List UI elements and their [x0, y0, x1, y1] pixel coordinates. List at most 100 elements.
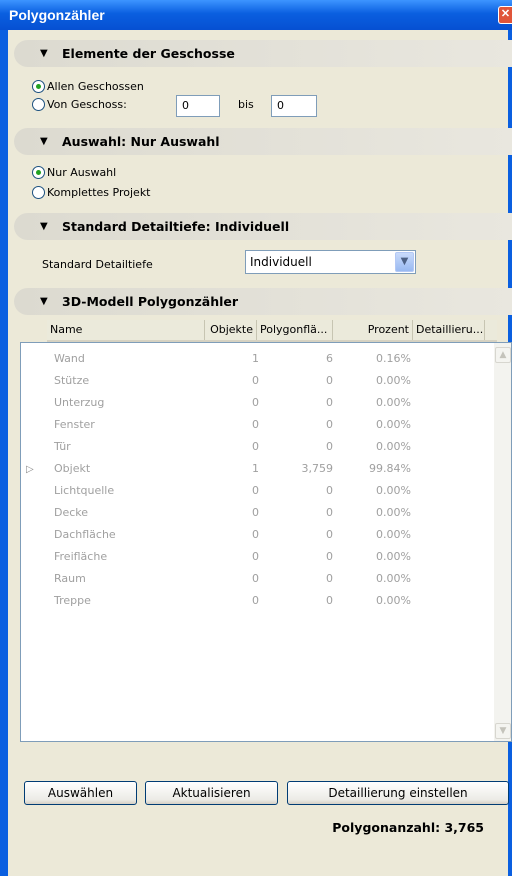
- cell-objects: 0: [252, 506, 259, 519]
- cell-objects: 0: [252, 594, 259, 607]
- cell-percent: 0.16%: [376, 352, 411, 365]
- detail-dropdown[interactable]: Individuell ▼: [245, 250, 416, 274]
- table-row[interactable]: ▷ Objekt 1 3,759 99.84%: [21, 458, 494, 480]
- radio-label: Nur Auswahl: [47, 165, 117, 179]
- cell-polygons: 0: [326, 484, 333, 497]
- cell-polygons: 0: [326, 528, 333, 541]
- cell-objects: 0: [252, 418, 259, 431]
- radio-label: Von Geschoss:: [47, 97, 127, 111]
- set-detail-button[interactable]: Detaillierung einstellen: [287, 781, 509, 805]
- cell-percent: 99.84%: [369, 462, 411, 475]
- table-row[interactable]: Lichtquelle 0 0 0.00%: [21, 480, 494, 502]
- table-row[interactable]: Raum 0 0 0.00%: [21, 568, 494, 590]
- vertical-scrollbar[interactable]: ▲ ▼: [494, 343, 511, 741]
- cell-polygons: 6: [326, 352, 333, 365]
- cell-percent: 0.00%: [376, 572, 411, 585]
- cell-name: Wand: [54, 352, 85, 365]
- detail-dropdown-value: Individuell: [250, 255, 312, 269]
- radio-only-selection[interactable]: Nur Auswahl: [32, 164, 116, 180]
- cell-name: Freifläche: [54, 550, 108, 563]
- cell-polygons: 0: [326, 594, 333, 607]
- cell-polygons: 0: [326, 506, 333, 519]
- table-row[interactable]: Dachfläche 0 0 0.00%: [21, 524, 494, 546]
- cell-objects: 1: [252, 352, 259, 365]
- radio-button-icon[interactable]: [32, 79, 45, 93]
- table-row[interactable]: Unterzug 0 0 0.00%: [21, 392, 494, 414]
- radio-label: Allen Geschossen: [47, 79, 144, 93]
- cell-percent: 0.00%: [376, 418, 411, 431]
- window-title: Polygonzähler: [9, 7, 105, 23]
- polygon-table[interactable]: Wand 1 6 0.16% Stütze 0 0 0.00% Unterzug 0 0 0.00% F…: [20, 342, 512, 742]
- refresh-button[interactable]: Aktualisieren: [145, 781, 278, 805]
- section-title: Auswahl: Nur Auswahl: [62, 134, 220, 149]
- radio-button-icon[interactable]: [32, 165, 45, 179]
- radio-complete-project[interactable]: Komplettes Projekt: [32, 184, 151, 200]
- cell-percent: 0.00%: [376, 374, 411, 387]
- section-title: Elemente der Geschosse: [62, 46, 235, 61]
- polygon-total: Polygonanzahl: 3,765: [332, 820, 484, 835]
- cell-percent: 0.00%: [376, 550, 411, 563]
- scroll-down-button[interactable]: ▼: [495, 723, 511, 739]
- scroll-down-icon: ▼: [499, 726, 507, 736]
- section-counter-header[interactable]: ▼ 3D-Modell Polygonzähler: [14, 288, 512, 315]
- cell-percent: 0.00%: [376, 484, 411, 497]
- to-label: bis: [238, 98, 254, 111]
- close-button[interactable]: ✕: [498, 6, 512, 24]
- cell-name: Unterzug: [54, 396, 105, 409]
- cell-name: Raum: [54, 572, 86, 585]
- expand-arrow-icon[interactable]: ▷: [26, 464, 34, 475]
- table-row[interactable]: Treppe 0 0 0.00%: [21, 590, 494, 612]
- cell-percent: 0.00%: [376, 396, 411, 409]
- from-floor-input[interactable]: 0: [176, 95, 220, 117]
- scroll-up-button[interactable]: ▲: [495, 347, 511, 363]
- cell-polygons: 0: [326, 396, 333, 409]
- close-icon: ✕: [500, 8, 511, 20]
- table-header: Name Objekte Polygonflä... Prozent Detai…: [47, 320, 497, 342]
- radio-button-icon[interactable]: [32, 97, 45, 111]
- cell-polygons: 0: [326, 418, 333, 431]
- section-detail-header[interactable]: ▼ Standard Detailtiefe: Individuell: [14, 213, 512, 240]
- select-button[interactable]: Auswählen: [24, 781, 137, 805]
- column-header-percent[interactable]: Prozent: [333, 320, 413, 340]
- collapse-arrow-icon[interactable]: ▼: [40, 40, 48, 67]
- radio-all-floors[interactable]: Allen Geschossen: [32, 78, 144, 94]
- section-selection-header[interactable]: ▼ Auswahl: Nur Auswahl: [14, 128, 512, 155]
- scroll-up-icon: ▲: [499, 350, 507, 360]
- cell-objects: 1: [252, 462, 259, 475]
- cell-polygons: 0: [326, 550, 333, 563]
- to-floor-input[interactable]: 0: [271, 95, 317, 117]
- collapse-arrow-icon[interactable]: ▼: [40, 288, 48, 315]
- cell-name: Objekt: [54, 462, 91, 475]
- table-row[interactable]: Stütze 0 0 0.00%: [21, 370, 494, 392]
- window-frame-left: [0, 30, 8, 876]
- section-title: 3D-Modell Polygonzähler: [62, 294, 239, 309]
- table-row[interactable]: Tür 0 0 0.00%: [21, 436, 494, 458]
- cell-percent: 0.00%: [376, 594, 411, 607]
- column-header-objects[interactable]: Objekte: [205, 320, 257, 340]
- detail-label: Standard Detailtiefe: [42, 258, 153, 271]
- radio-from-floor[interactable]: Von Geschoss:: [32, 96, 127, 112]
- cell-percent: 0.00%: [376, 528, 411, 541]
- column-header-name[interactable]: Name: [47, 320, 205, 340]
- section-title: Standard Detailtiefe: Individuell: [62, 219, 290, 234]
- cell-polygons: 0: [326, 572, 333, 585]
- collapse-arrow-icon[interactable]: ▼: [40, 128, 48, 155]
- cell-name: Fenster: [54, 418, 95, 431]
- cell-percent: 0.00%: [376, 506, 411, 519]
- cell-objects: 0: [252, 396, 259, 409]
- table-row[interactable]: Wand 1 6 0.16%: [21, 348, 494, 370]
- chevron-down-icon[interactable]: ▼: [395, 252, 414, 272]
- title-bar: Polygonzähler ✕: [0, 0, 512, 30]
- column-header-detail[interactable]: Detaillieru...: [413, 320, 485, 340]
- cell-objects: 0: [252, 440, 259, 453]
- section-elements-header[interactable]: ▼ Elemente der Geschosse: [14, 40, 512, 67]
- cell-polygons: 0: [326, 374, 333, 387]
- cell-name: Decke: [54, 506, 89, 519]
- table-row[interactable]: Freifläche 0 0 0.00%: [21, 546, 494, 568]
- collapse-arrow-icon[interactable]: ▼: [40, 213, 48, 240]
- radio-button-icon[interactable]: [32, 185, 45, 199]
- column-header-polygons[interactable]: Polygonflä...: [257, 320, 333, 340]
- table-row[interactable]: Decke 0 0 0.00%: [21, 502, 494, 524]
- table-row[interactable]: Fenster 0 0 0.00%: [21, 414, 494, 436]
- cell-objects: 0: [252, 484, 259, 497]
